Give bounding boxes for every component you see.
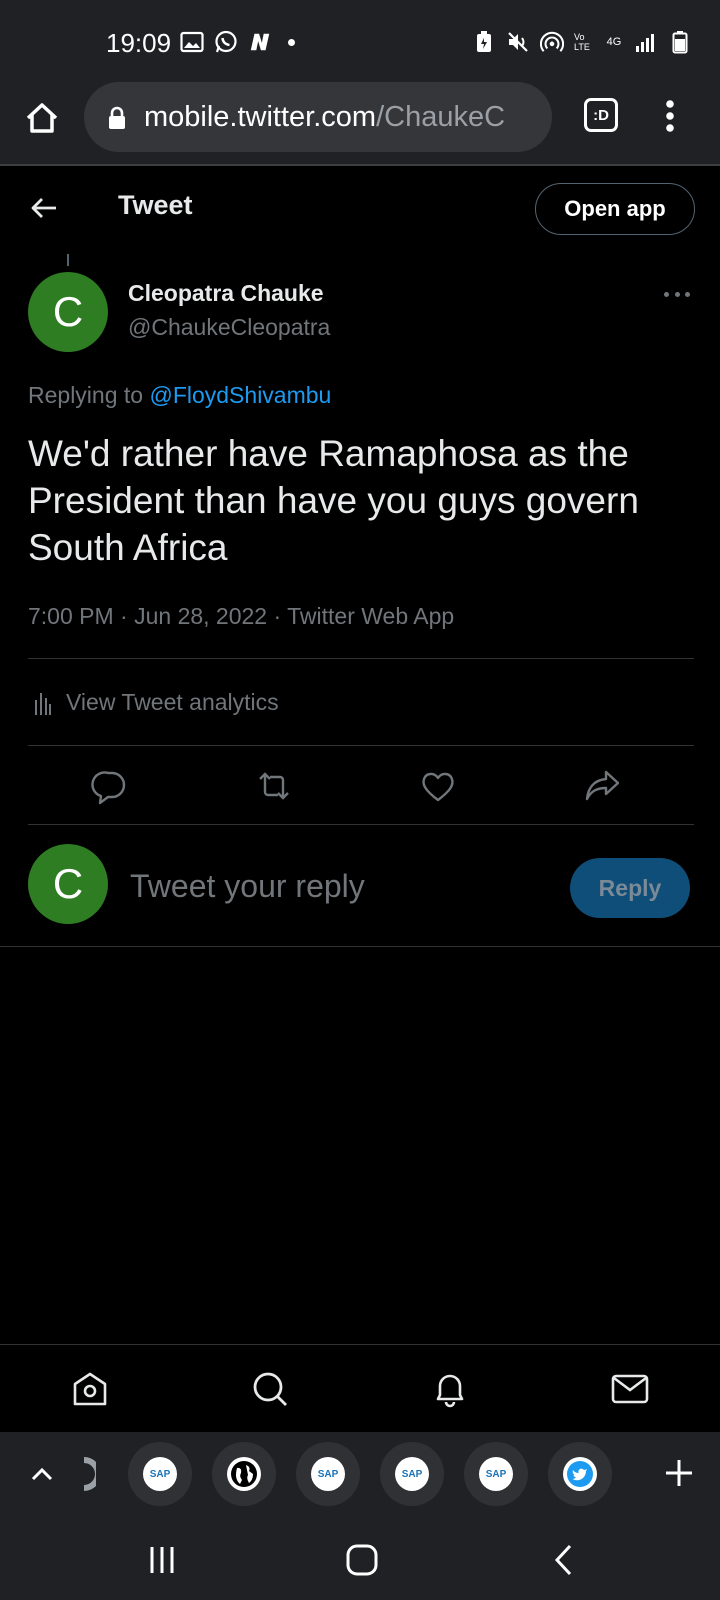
divider (0, 946, 720, 947)
status-bar: 19:09 Vo LTE 4G (0, 0, 720, 82)
battery-saver-icon (472, 30, 496, 54)
retweet-icon[interactable] (254, 766, 294, 806)
tab-sap[interactable]: SAP (464, 1442, 528, 1506)
home-icon[interactable] (22, 98, 62, 138)
tab-twitter[interactable] (548, 1442, 612, 1506)
twitter-icon (563, 1457, 597, 1491)
analytics-label: View Tweet analytics (66, 689, 279, 715)
partial-tab-icon[interactable] (82, 1456, 101, 1492)
avatar[interactable]: C (28, 272, 108, 352)
sap-icon: SAP (395, 1457, 429, 1491)
status-time: 19:09 (106, 28, 172, 58)
recent-apps-icon[interactable] (144, 1542, 180, 1578)
sap-icon: SAP (311, 1457, 345, 1491)
divider (28, 745, 694, 746)
analytics-icon (35, 692, 51, 715)
page-title: Tweet (118, 190, 193, 220)
url-host: mobile.twitter.com (144, 100, 377, 133)
gallery-icon (180, 30, 204, 54)
4g-icon: 4G (606, 36, 622, 48)
sap-icon: SAP (479, 1457, 513, 1491)
battery-icon (668, 30, 692, 54)
chevron-up-icon[interactable] (28, 1460, 56, 1488)
sap-icon: SAP (143, 1457, 177, 1491)
view-analytics-link[interactable]: View Tweet analytics (34, 689, 279, 716)
reply-icon[interactable] (90, 766, 130, 806)
whatsapp-icon (214, 30, 238, 54)
url-bar[interactable]: mobile.twitter.com/ChaukeC (84, 82, 552, 152)
author-name[interactable]: Cleopatra Chauke (128, 280, 324, 307)
globe-icon (227, 1457, 261, 1491)
twitter-bottom-nav (0, 1344, 720, 1432)
messages-icon[interactable] (610, 1369, 650, 1409)
home-nav-icon[interactable] (344, 1542, 380, 1578)
tweet-meta: 7:00 PM · Jun 28, 2022 · Twitter Web App (28, 603, 455, 629)
thread-line (67, 254, 69, 266)
share-icon[interactable] (582, 766, 622, 806)
lock-icon (106, 106, 128, 129)
tab-sap[interactable]: SAP (380, 1442, 444, 1506)
browser-tab-strip: SAP SAP SAP SAP (0, 1432, 720, 1518)
url-path: /ChaukeC (376, 100, 506, 133)
search-icon[interactable] (250, 1369, 290, 1409)
n-app-icon (248, 30, 272, 54)
tab-globe[interactable] (212, 1442, 276, 1506)
notifications-icon[interactable] (430, 1369, 470, 1409)
reply-input[interactable]: Tweet your reply (130, 868, 365, 905)
replying-to: Replying to @FloydShivambu (28, 382, 332, 408)
author-handle[interactable]: @ChaukeCleopatra (128, 314, 330, 341)
tweet-actions (28, 766, 694, 806)
more-vert-icon[interactable] (660, 96, 680, 136)
mention-link[interactable]: @FloydShivambu (149, 382, 331, 408)
more-options-icon[interactable] (664, 292, 690, 300)
back-arrow-icon[interactable] (28, 192, 60, 224)
like-icon[interactable] (418, 766, 458, 806)
tabs-button[interactable]: :D (584, 98, 618, 132)
volte-icon: Vo LTE (574, 32, 590, 52)
notification-dot-icon (288, 38, 295, 46)
new-tab-plus-icon[interactable] (664, 1458, 694, 1488)
browser-toolbar: mobile.twitter.com/ChaukeC :D (0, 82, 720, 166)
mute-icon (506, 30, 530, 54)
hotspot-icon (540, 30, 564, 54)
open-app-button[interactable]: Open app (535, 183, 695, 235)
system-nav-bar (0, 1518, 720, 1600)
tweet-text: We'd rather have Ramaphosa as the Presid… (28, 433, 639, 568)
divider (28, 824, 694, 825)
signal-icon (634, 30, 658, 54)
avatar: C (28, 844, 108, 924)
tab-sap[interactable]: SAP (128, 1442, 192, 1506)
home-icon[interactable] (70, 1369, 110, 1409)
reply-button[interactable]: Reply (570, 858, 690, 918)
tab-sap[interactable]: SAP (296, 1442, 360, 1506)
divider (28, 658, 694, 659)
back-nav-icon[interactable] (546, 1542, 582, 1578)
